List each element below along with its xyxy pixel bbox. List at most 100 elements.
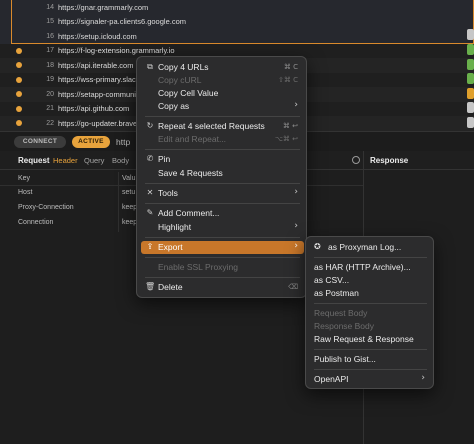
request-row[interactable]: 15 https://signaler-pa.clients6.google.c…: [0, 14, 474, 29]
chevron-right-icon: ›: [294, 221, 298, 231]
header-key: Proxy-Connection: [18, 204, 74, 211]
response-pane-title: Response: [370, 156, 409, 165]
request-number: 17: [46, 47, 54, 55]
delete-menu-item[interactable]: 🗑 Delete ⌫: [141, 281, 304, 294]
header-key: Host: [18, 189, 33, 196]
app-icon: [467, 117, 474, 128]
key-column-header: Key: [18, 175, 31, 182]
url-preview: http: [116, 137, 131, 147]
menu-separator: [145, 257, 300, 258]
pin-menu-item[interactable]: ✆ Pin: [141, 153, 304, 166]
publish-to-gist-item[interactable]: Publish to Gist...: [310, 353, 431, 366]
request-url: https://f-log-extension.grammarly.io: [58, 46, 175, 56]
menu-separator: [145, 237, 300, 238]
export-proxyman-log-item[interactable]: ✪ as Proxyman Log...: [310, 241, 431, 254]
request-number: 19: [46, 76, 54, 84]
request-url: https://api.github.com: [58, 104, 130, 114]
app-icon: [467, 44, 474, 55]
export-raw-item[interactable]: Raw Request & Response: [310, 333, 431, 346]
menu-separator: [314, 303, 427, 304]
chevron-right-icon: ›: [421, 373, 425, 383]
export-har-item[interactable]: as HAR (HTTP Archive)...: [310, 261, 431, 274]
save-requests-menu-item[interactable]: Save 4 Requests: [141, 167, 304, 180]
status-dot-icon: [16, 105, 22, 112]
chevron-right-icon: ›: [294, 187, 298, 197]
header-key: Connection: [18, 219, 54, 226]
tools-menu-item[interactable]: ✕ Tools ›: [141, 187, 304, 200]
request-number: 14: [46, 3, 54, 11]
menu-separator: [314, 257, 427, 258]
app-icon: [467, 88, 474, 99]
menu-separator: [145, 183, 300, 184]
request-url: https://api.iterable.com: [58, 60, 134, 70]
comment-icon: ✎: [146, 208, 154, 217]
request-number: 18: [46, 61, 54, 69]
repeat-requests-menu-item[interactable]: ↻ Repeat 4 selected Requests ⌘ ↩: [141, 120, 304, 133]
pane-options-icon[interactable]: [352, 156, 360, 164]
request-number: 21: [46, 105, 54, 113]
request-pane-title: Request: [18, 156, 50, 165]
trash-icon: 🗑: [145, 282, 156, 291]
export-openapi-item[interactable]: OpenAPI ›: [310, 373, 431, 386]
copy-as-menu-item[interactable]: Copy as ›: [141, 100, 304, 113]
chevron-right-icon: ›: [294, 100, 298, 110]
status-dot-icon: [16, 62, 22, 69]
menu-separator: [145, 116, 300, 117]
export-response-body-item: Response Body: [314, 321, 375, 331]
repeat-icon: ↻: [146, 121, 154, 130]
request-number: 16: [46, 32, 54, 40]
pin-icon: ✆: [146, 154, 154, 163]
copy-curl-menu-item: Copy cURL ⇧⌘ C: [158, 75, 298, 85]
header-value: setu: [122, 189, 136, 196]
enable-ssl-proxying-menu-item: Enable SSL Proxying: [158, 262, 239, 272]
export-postman-item[interactable]: as Postman: [310, 287, 431, 300]
menu-separator: [145, 203, 300, 204]
export-icon: ⇪: [146, 242, 154, 251]
context-menu: ⧉ Copy 4 URLs ⌘ C Copy cURL ⇧⌘ C Copy Ce…: [136, 56, 307, 298]
highlight-menu-item[interactable]: Highlight ›: [141, 221, 304, 234]
menu-separator: [145, 277, 300, 278]
request-number: 15: [46, 18, 54, 26]
status-dot-icon: [16, 91, 22, 98]
menu-separator: [314, 349, 427, 350]
copy-icon: ⧉: [147, 62, 153, 71]
tab-query[interactable]: Query: [84, 156, 104, 165]
proxyman-logo-icon: ✪: [314, 242, 321, 251]
tools-icon: ✕: [146, 188, 154, 197]
request-url: https://go-updater.brave: [58, 118, 138, 128]
status-dot-icon: [16, 76, 22, 83]
request-row[interactable]: 14 https://gnar.grammarly.com: [0, 0, 474, 15]
app-icon: [467, 29, 474, 40]
header-value: keep: [122, 219, 138, 226]
menu-separator: [314, 369, 427, 370]
request-url: https://wss-primary.slac: [58, 75, 136, 85]
request-url: https://signaler-pa.clients6.google.com: [58, 17, 186, 27]
export-csv-item[interactable]: as CSV...: [310, 274, 431, 287]
tab-header[interactable]: Header: [53, 156, 78, 165]
copy-cell-value-menu-item[interactable]: Copy Cell Value: [141, 87, 304, 100]
app-icon: [467, 59, 474, 70]
connect-badge[interactable]: CONNECT: [14, 136, 66, 148]
header-value: keep: [122, 204, 138, 211]
value-column-header: Valu: [122, 175, 136, 182]
export-submenu: ✪ as Proxyman Log... as HAR (HTTP Archiv…: [305, 236, 434, 389]
request-url: https://gnar.grammarly.com: [58, 2, 149, 12]
app-icon: [467, 73, 474, 84]
tab-body[interactable]: Body: [112, 156, 129, 165]
add-comment-menu-item[interactable]: ✎ Add Comment...: [141, 207, 304, 220]
app-icon: [467, 102, 474, 113]
export-menu-item[interactable]: ⇪ Export ›: [141, 241, 304, 254]
request-number: 22: [46, 119, 54, 127]
export-request-body-item: Request Body: [314, 308, 368, 318]
status-dot-icon: [16, 120, 22, 127]
request-number: 20: [46, 90, 54, 98]
edit-and-repeat-menu-item: Edit and Repeat... ⌥⌘ ↩: [158, 134, 298, 144]
copy-urls-menu-item[interactable]: ⧉ Copy 4 URLs ⌘ C: [141, 61, 304, 74]
status-dot-icon: [16, 47, 22, 54]
active-badge[interactable]: ACTIVE: [72, 136, 110, 148]
menu-separator: [145, 149, 300, 150]
request-row[interactable]: 16 https://setup.icloud.com: [0, 29, 474, 44]
request-url: https://setup.icloud.com: [58, 31, 137, 41]
request-url: https://setapp-communi: [58, 89, 136, 99]
chevron-right-icon: ›: [294, 241, 298, 251]
